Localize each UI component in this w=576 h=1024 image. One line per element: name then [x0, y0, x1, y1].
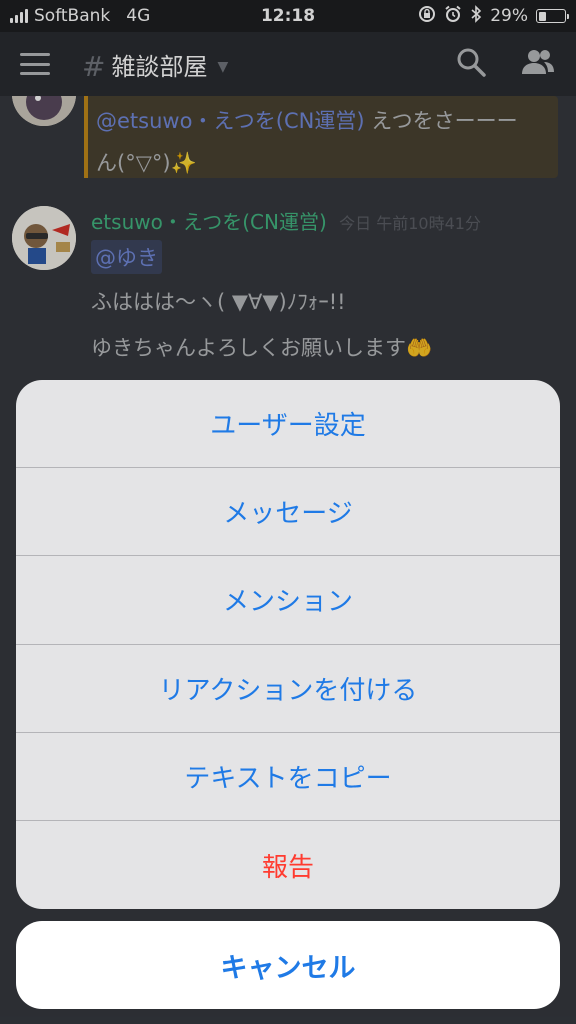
action-sheet: ユーザー設定 メッセージ メンション リアクションを付ける テキストをコピー 報…	[16, 380, 560, 909]
action-user-settings[interactable]: ユーザー設定	[16, 380, 560, 469]
action-add-reaction[interactable]: リアクションを付ける	[16, 645, 560, 733]
app-screen: SoftBank 4G 12:18 29% @etsuwo・えつを(CN運営) …	[0, 0, 576, 1024]
action-mention[interactable]: メンション	[16, 556, 560, 645]
action-report[interactable]: 報告	[16, 821, 560, 909]
action-message[interactable]: メッセージ	[16, 468, 560, 557]
action-copy-text[interactable]: テキストをコピー	[16, 733, 560, 821]
cancel-button[interactable]: キャンセル	[16, 921, 560, 1009]
